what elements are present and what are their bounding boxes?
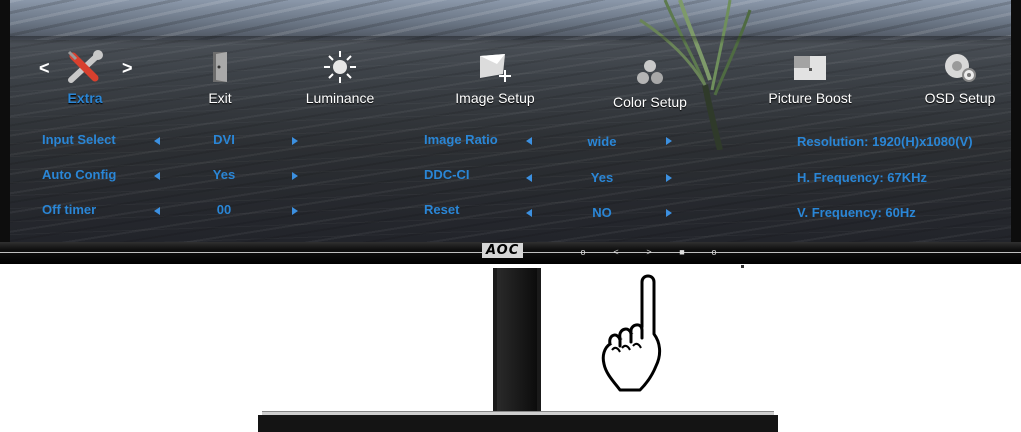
picture-boost-icon <box>794 56 826 80</box>
setting-value[interactable]: NO <box>572 205 632 220</box>
tab-color-setup[interactable]: Color Setup <box>600 46 700 112</box>
increase-arrow-icon[interactable] <box>292 172 298 180</box>
bezel-button-right[interactable]: > <box>644 247 654 257</box>
bezel-right <box>1011 0 1021 252</box>
setting-value[interactable]: Yes <box>572 170 632 185</box>
bezel-button-source[interactable]: o <box>709 247 719 257</box>
tab-color-setup-label: Color Setup <box>613 94 687 110</box>
wallpaper-banner <box>10 0 1011 40</box>
wrench-screwdriver-icon <box>67 50 103 83</box>
increase-arrow-icon[interactable] <box>666 137 672 145</box>
setting-value[interactable]: 00 <box>194 202 254 217</box>
tab-picture-boost-label: Picture Boost <box>768 90 852 106</box>
setting-value[interactable]: DVI <box>194 132 254 147</box>
decrease-arrow-icon[interactable] <box>154 137 160 145</box>
bezel-button-menu[interactable]: ■ <box>677 247 687 257</box>
decrease-arrow-icon[interactable] <box>526 209 532 217</box>
power-led <box>741 265 744 268</box>
tab-extra[interactable]: Extra <box>45 46 125 112</box>
tab-osd-setup-label: OSD Setup <box>924 90 996 106</box>
v-frequency-info: V. Frequency: 60Hz <box>797 205 916 220</box>
tab-exit[interactable]: Exit <box>190 46 250 112</box>
tab-extra-label: Extra <box>67 90 103 106</box>
stand-base <box>258 415 778 432</box>
resolution-info: Resolution: 1920(H)x1080(V) <box>797 134 973 149</box>
tab-luminance-label: Luminance <box>305 90 375 106</box>
tab-exit-label: Exit <box>208 90 232 106</box>
osd-screen: < > Extra Exit Luminance Image Setup Col… <box>10 0 1011 242</box>
setting-value[interactable]: wide <box>572 134 632 149</box>
decrease-arrow-icon[interactable] <box>154 207 160 215</box>
bezel-button-power[interactable]: o <box>578 247 588 257</box>
setting-label: Off timer <box>42 202 97 217</box>
setting-label: Auto Config <box>42 167 117 182</box>
decrease-arrow-icon[interactable] <box>154 172 160 180</box>
stand-neck-shade <box>497 268 537 412</box>
tab-luminance[interactable]: Luminance <box>290 46 390 112</box>
tab-osd-setup[interactable]: OSD Setup <box>915 46 1005 112</box>
tab-picture-boost[interactable]: Picture Boost <box>755 46 865 112</box>
color-balls-icon <box>637 60 663 84</box>
brand-logo: AOC <box>482 243 524 258</box>
h-frequency-info: H. Frequency: 67KHz <box>797 170 928 185</box>
pointing-hand-icon <box>601 274 662 392</box>
osd-gear-icon <box>945 54 976 82</box>
increase-arrow-icon[interactable] <box>292 137 298 145</box>
sun-brightness-icon <box>324 51 356 83</box>
setting-value[interactable]: Yes <box>194 167 254 182</box>
banner-shadow <box>10 36 1011 44</box>
increase-arrow-icon[interactable] <box>292 207 298 215</box>
tab-image-setup-label: Image Setup <box>455 90 535 106</box>
bezel-left <box>0 0 10 252</box>
decrease-arrow-icon[interactable] <box>526 137 532 145</box>
setting-label: Input Select <box>42 132 116 147</box>
decrease-arrow-icon[interactable] <box>526 174 532 182</box>
tab-image-setup[interactable]: Image Setup <box>440 46 550 112</box>
setting-label: Reset <box>424 202 460 217</box>
bezel-button-left[interactable]: < <box>611 247 621 257</box>
image-setup-icon <box>480 54 511 82</box>
setting-label: DDC-CI <box>424 167 470 182</box>
setting-label: Image Ratio <box>424 132 498 147</box>
door-exit-icon <box>213 52 227 82</box>
increase-arrow-icon[interactable] <box>666 209 672 217</box>
increase-arrow-icon[interactable] <box>666 174 672 182</box>
